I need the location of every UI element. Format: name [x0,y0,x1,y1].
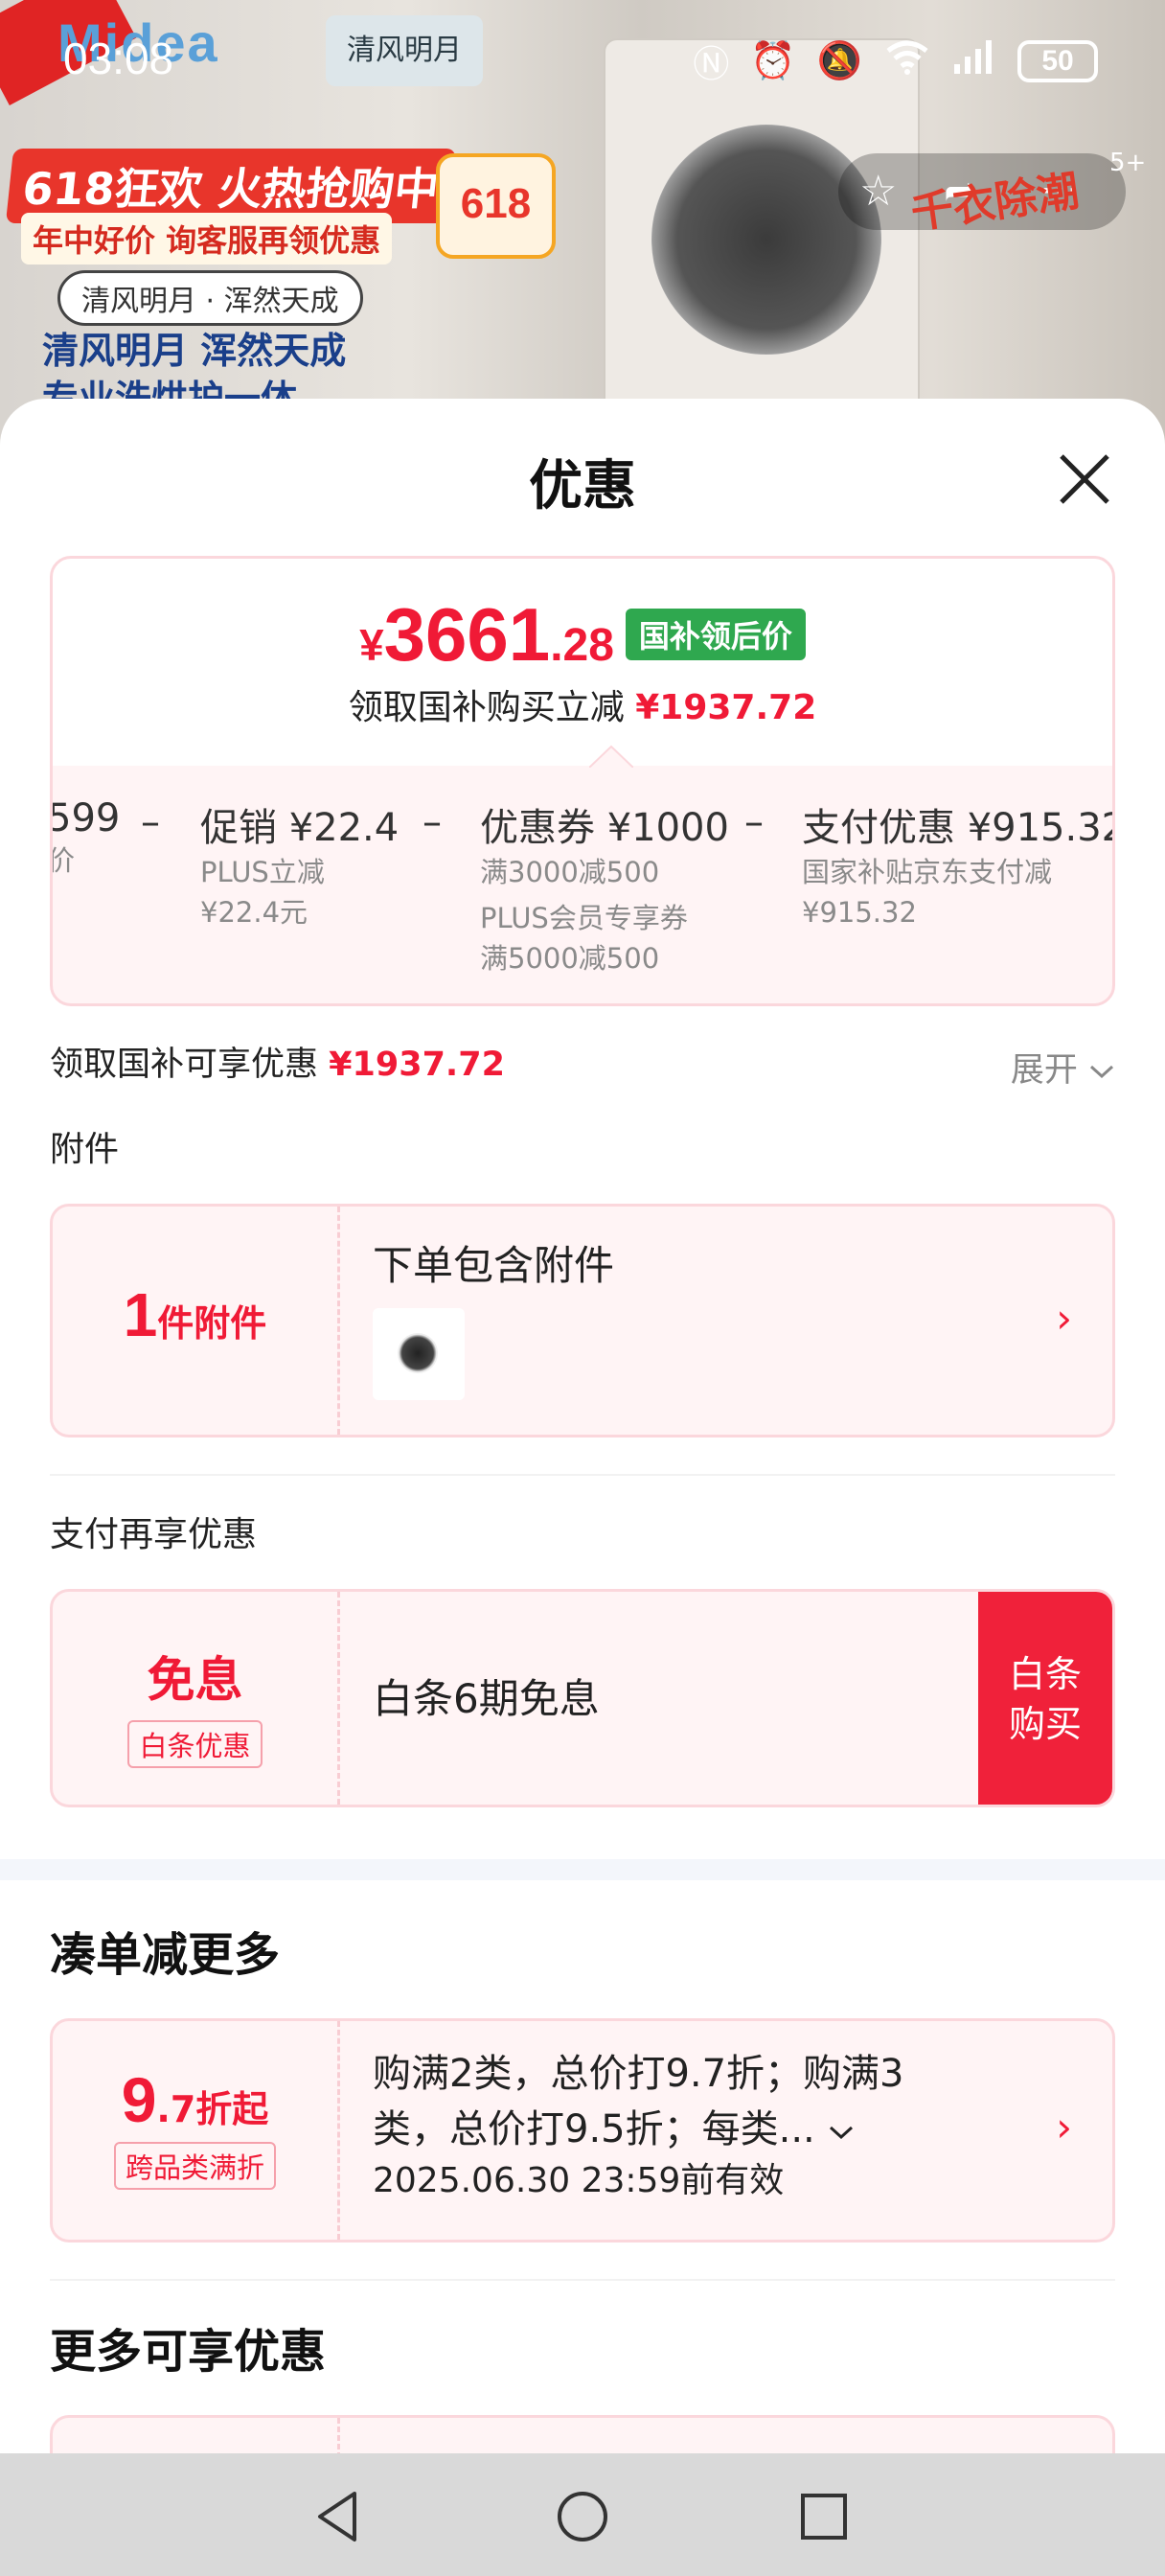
system-navigation-bar [0,2453,1165,2576]
price-subtitle-amount: ¥1937.72 [635,688,817,727]
price-subtitle: 领取国补购买立减 ¥1937.72 [53,679,1112,729]
minus-sign: – [141,800,160,844]
badge-618: 618 [436,153,556,259]
subsidy-saving-label: 领取国补可享优惠 ¥1937.72 [50,1046,505,1084]
section-divider [0,1859,1165,1880]
bundle-tag: 跨品类满折 [113,2142,276,2190]
price-breakdown: 599 价 – 促销 ¥22.4 PLUS立减 ¥22.4元 – 优惠券 ¥10… [50,796,1115,988]
promo-banner-subtitle: 年中好价 询客服再领优惠 [21,213,393,264]
subsidy-saving-row: 领取国补可享优惠 ¥1937.72 展开 [50,1037,1115,1091]
status-bar: 03:08 Ⓝ ⏰ 🔕 50 [0,0,1165,115]
pointer-notch [589,745,633,768]
close-icon[interactable] [1054,448,1115,510]
status-icons: Ⓝ ⏰ 🔕 50 [693,34,1098,87]
battery-icon: 50 [1017,39,1098,82]
status-time: 03:08 [63,34,174,83]
breakdown-item-payment: 支付优惠 ¥915.32 国家补贴京东支付减 ¥915.32 [802,806,1115,929]
message-count-badge: 5+ [1109,149,1147,177]
chevron-right-icon: › [1056,2104,1072,2150]
minus-sign: – [744,800,764,844]
back-icon[interactable] [308,2486,370,2547]
mute-icon: 🔕 [816,39,862,81]
baitiao-card: 免息 白条优惠 白条6期免息 白条 购买 [50,1589,1115,1807]
more-offer-card[interactable] [50,2415,1115,2453]
sheet-title: 优惠 [529,455,636,518]
divider-line [50,1474,1115,1476]
wifi-icon [883,37,931,84]
divider-line [50,2279,1115,2281]
alarm-icon: ⏰ [750,39,796,81]
chevron-down-icon[interactable] [827,2123,856,2142]
promo-pill: 清风明月 · 浑然天成 [57,270,363,326]
bundle-section-title: 凑单减更多 [50,1928,281,1982]
attachment-thumbnail [373,1308,465,1400]
breakdown-item-original: 599 价 [50,796,121,877]
home-icon[interactable] [552,2486,613,2547]
baitiao-offer: 白条6期免息 [373,1675,600,1722]
baitiao-tag: 白条优惠 [127,1720,263,1768]
recents-icon[interactable] [793,2486,855,2547]
price-card: ¥3661.28国补领后价 领取国补购买立减 ¥1937.72 599 价 – … [50,556,1115,1006]
price-tag: 国补领后价 [625,609,806,660]
attachment-card[interactable]: 1件附件 下单包含附件 › [50,1204,1115,1438]
breakdown-item-promo: 促销 ¥22.4 PLUS立减 ¥22.4元 [200,806,400,929]
discount-sheet: 优惠 ¥3661.28国补领后价 领取国补购买立减 ¥1937.72 599 价… [0,399,1165,2453]
attachments-section-label: 附件 [50,1130,120,1169]
price-subtitle-label: 领取国补购买立减 [348,688,625,727]
bundle-description: 购满2类，总价打9.7折；购满3 类，总价打9.5折；每类... 2025.06… [373,2046,904,2205]
final-price: ¥3661.28 国补领后价 [53,591,1112,678]
more-offers-section-title: 更多可享优惠 [50,2325,327,2379]
price-integer: 3661 [383,592,551,677]
nfc-icon: Ⓝ [693,43,730,85]
signal-icon [952,37,996,84]
washer-drum [651,125,881,355]
payment-section-label: 支付再享优惠 [50,1515,258,1554]
attachment-count: 1件附件 [53,1207,340,1435]
attachment-title: 下单包含附件 [373,1242,615,1289]
bundle-expiry: 2025.06.30 23:59前有效 [373,2161,785,2200]
minus-sign: – [423,800,442,844]
bundle-discount-label: 9.7折起 跨品类满折 [53,2021,340,2240]
breakdown-item-coupon: 优惠券 ¥1000 满3000减500 PLUS会员专享券 满5000减500 [480,806,729,975]
bundle-discount-card[interactable]: 9.7折起 跨品类满折 购满2类，总价打9.7折；购满3 类，总价打9.5折；每… [50,2018,1115,2242]
baitiao-label: 免息 白条优惠 [53,1592,340,1805]
baitiao-buy-button[interactable]: 白条 购买 [978,1592,1112,1805]
favorite-icon[interactable]: ☆ [859,167,897,216]
price-currency: ¥ [359,620,384,670]
promo-slogan: 清风明月 浑然天成 [42,330,347,372]
chevron-down-icon [1089,1065,1114,1079]
price-decimal: .28 [550,620,614,671]
chevron-right-icon: › [1056,1295,1072,1342]
subsidy-saving-amount: ¥1937.72 [329,1046,505,1084]
expand-button[interactable]: 展开 [1011,1043,1115,1092]
